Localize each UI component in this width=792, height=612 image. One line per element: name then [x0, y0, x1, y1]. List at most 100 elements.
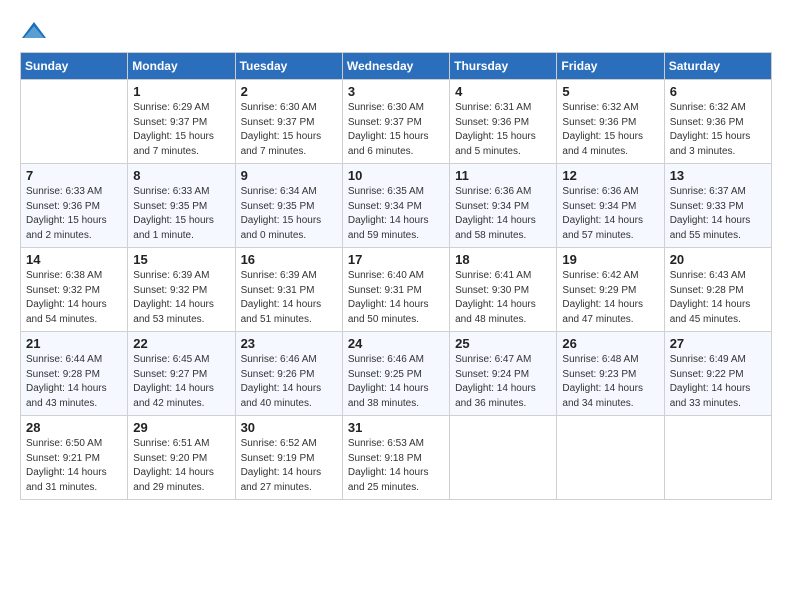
calendar-cell: 15 Sunrise: 6:39 AM Sunset: 9:32 PM Dayli… [128, 248, 235, 332]
day-number: 8 [133, 168, 229, 183]
day-number: 28 [26, 420, 122, 435]
day-number: 26 [562, 336, 658, 351]
calendar-cell: 16 Sunrise: 6:39 AM Sunset: 9:31 PM Dayli… [235, 248, 342, 332]
day-number: 13 [670, 168, 766, 183]
calendar-cell: 12 Sunrise: 6:36 AM Sunset: 9:34 PM Dayli… [557, 164, 664, 248]
day-number: 30 [241, 420, 337, 435]
calendar-cell [21, 80, 128, 164]
day-info: Sunrise: 6:43 AM Sunset: 9:28 PM Dayligh… [670, 269, 766, 327]
day-number: 20 [670, 252, 766, 267]
calendar-body: 1Sunrise: 6:29 AM Sunset: 9:37 PM Daylig… [21, 80, 772, 500]
day-info: Sunrise: 6:37 AM Sunset: 9:33 PM Dayligh… [670, 185, 766, 243]
day-info: Sunrise: 6:46 AM Sunset: 9:25 PM Dayligh… [348, 353, 444, 411]
calendar-cell: 30Sunrise: 6:52 AM Sunset: 9:19 PM Dayli… [235, 416, 342, 500]
calendar-cell: 20 Sunrise: 6:43 AM Sunset: 9:28 PM Dayli… [664, 248, 771, 332]
calendar-cell: 17 Sunrise: 6:40 AM Sunset: 9:31 PM Dayli… [342, 248, 449, 332]
calendar-cell [450, 416, 557, 500]
day-number: 31 [348, 420, 444, 435]
day-number: 17 [348, 252, 444, 267]
day-info: Sunrise: 6:38 AM Sunset: 9:32 PM Dayligh… [26, 269, 122, 327]
calendar-cell: 3Sunrise: 6:30 AM Sunset: 9:37 PM Daylig… [342, 80, 449, 164]
calendar-cell: 18 Sunrise: 6:41 AM Sunset: 9:30 PM Dayli… [450, 248, 557, 332]
day-info: Sunrise: 6:29 AM Sunset: 9:37 PM Dayligh… [133, 101, 229, 159]
weekday-header-saturday: Saturday [664, 53, 771, 80]
day-number: 9 [241, 168, 337, 183]
weekday-header-wednesday: Wednesday [342, 53, 449, 80]
day-number: 10 [348, 168, 444, 183]
calendar-cell: 5 Sunrise: 6:32 AM Sunset: 9:36 PM Daylig… [557, 80, 664, 164]
day-number: 27 [670, 336, 766, 351]
day-number: 22 [133, 336, 229, 351]
calendar-cell: 13 Sunrise: 6:37 AM Sunset: 9:33 PM Dayli… [664, 164, 771, 248]
day-number: 6 [670, 84, 766, 99]
calendar-week-4: 21 Sunrise: 6:44 AM Sunset: 9:28 PM Dayli… [21, 332, 772, 416]
calendar-table: SundayMondayTuesdayWednesdayThursdayFrid… [20, 52, 772, 500]
calendar-cell: 22 Sunrise: 6:45 AM Sunset: 9:27 PM Dayli… [128, 332, 235, 416]
calendar-week-2: 7 Sunrise: 6:33 AM Sunset: 9:36 PM Daylig… [21, 164, 772, 248]
day-info: Sunrise: 6:32 AM Sunset: 9:36 PM Dayligh… [562, 101, 658, 159]
day-number: 4 [455, 84, 551, 99]
day-info: Sunrise: 6:47 AM Sunset: 9:24 PM Dayligh… [455, 353, 551, 411]
day-info: Sunrise: 6:41 AM Sunset: 9:30 PM Dayligh… [455, 269, 551, 327]
calendar-cell: 9 Sunrise: 6:34 AM Sunset: 9:35 PM Daylig… [235, 164, 342, 248]
weekday-row: SundayMondayTuesdayWednesdayThursdayFrid… [21, 53, 772, 80]
calendar-week-1: 1Sunrise: 6:29 AM Sunset: 9:37 PM Daylig… [21, 80, 772, 164]
day-info: Sunrise: 6:44 AM Sunset: 9:28 PM Dayligh… [26, 353, 122, 411]
day-info: Sunrise: 6:36 AM Sunset: 9:34 PM Dayligh… [562, 185, 658, 243]
calendar-week-5: 28 Sunrise: 6:50 AM Sunset: 9:21 PM Dayli… [21, 416, 772, 500]
logo-icon [20, 20, 48, 42]
page-header [20, 20, 772, 42]
calendar-cell: 27 Sunrise: 6:49 AM Sunset: 9:22 PM Dayli… [664, 332, 771, 416]
day-info: Sunrise: 6:39 AM Sunset: 9:31 PM Dayligh… [241, 269, 337, 327]
calendar-cell: 29Sunrise: 6:51 AM Sunset: 9:20 PM Dayli… [128, 416, 235, 500]
day-number: 11 [455, 168, 551, 183]
day-number: 7 [26, 168, 122, 183]
day-number: 25 [455, 336, 551, 351]
calendar-cell: 19 Sunrise: 6:42 AM Sunset: 9:29 PM Dayli… [557, 248, 664, 332]
calendar-week-3: 14 Sunrise: 6:38 AM Sunset: 9:32 PM Dayli… [21, 248, 772, 332]
calendar-cell: 26Sunrise: 6:48 AM Sunset: 9:23 PM Dayli… [557, 332, 664, 416]
day-info: Sunrise: 6:35 AM Sunset: 9:34 PM Dayligh… [348, 185, 444, 243]
day-number: 21 [26, 336, 122, 351]
day-number: 23 [241, 336, 337, 351]
calendar-cell: 25 Sunrise: 6:47 AM Sunset: 9:24 PM Dayli… [450, 332, 557, 416]
day-number: 12 [562, 168, 658, 183]
day-number: 5 [562, 84, 658, 99]
day-number: 14 [26, 252, 122, 267]
day-info: Sunrise: 6:50 AM Sunset: 9:21 PM Dayligh… [26, 437, 122, 495]
calendar-header: SundayMondayTuesdayWednesdayThursdayFrid… [21, 53, 772, 80]
day-number: 19 [562, 252, 658, 267]
day-info: Sunrise: 6:42 AM Sunset: 9:29 PM Dayligh… [562, 269, 658, 327]
weekday-header-sunday: Sunday [21, 53, 128, 80]
calendar-cell [664, 416, 771, 500]
day-info: Sunrise: 6:36 AM Sunset: 9:34 PM Dayligh… [455, 185, 551, 243]
day-info: Sunrise: 6:39 AM Sunset: 9:32 PM Dayligh… [133, 269, 229, 327]
day-info: Sunrise: 6:40 AM Sunset: 9:31 PM Dayligh… [348, 269, 444, 327]
day-number: 2 [241, 84, 337, 99]
weekday-header-thursday: Thursday [450, 53, 557, 80]
day-info: Sunrise: 6:53 AM Sunset: 9:18 PM Dayligh… [348, 437, 444, 495]
day-info: Sunrise: 6:31 AM Sunset: 9:36 PM Dayligh… [455, 101, 551, 159]
day-info: Sunrise: 6:33 AM Sunset: 9:35 PM Dayligh… [133, 185, 229, 243]
calendar-cell: 7 Sunrise: 6:33 AM Sunset: 9:36 PM Daylig… [21, 164, 128, 248]
calendar-cell: 14 Sunrise: 6:38 AM Sunset: 9:32 PM Dayli… [21, 248, 128, 332]
logo [20, 20, 52, 42]
day-info: Sunrise: 6:30 AM Sunset: 9:37 PM Dayligh… [241, 101, 337, 159]
day-number: 24 [348, 336, 444, 351]
day-number: 18 [455, 252, 551, 267]
day-info: Sunrise: 6:46 AM Sunset: 9:26 PM Dayligh… [241, 353, 337, 411]
day-info: Sunrise: 6:49 AM Sunset: 9:22 PM Dayligh… [670, 353, 766, 411]
weekday-header-monday: Monday [128, 53, 235, 80]
calendar-cell: 28 Sunrise: 6:50 AM Sunset: 9:21 PM Dayli… [21, 416, 128, 500]
day-info: Sunrise: 6:33 AM Sunset: 9:36 PM Dayligh… [26, 185, 122, 243]
day-info: Sunrise: 6:30 AM Sunset: 9:37 PM Dayligh… [348, 101, 444, 159]
calendar-cell: 8 Sunrise: 6:33 AM Sunset: 9:35 PM Daylig… [128, 164, 235, 248]
calendar-cell: 1Sunrise: 6:29 AM Sunset: 9:37 PM Daylig… [128, 80, 235, 164]
calendar-cell: 11 Sunrise: 6:36 AM Sunset: 9:34 PM Dayli… [450, 164, 557, 248]
weekday-header-friday: Friday [557, 53, 664, 80]
day-number: 16 [241, 252, 337, 267]
day-number: 15 [133, 252, 229, 267]
weekday-header-tuesday: Tuesday [235, 53, 342, 80]
day-info: Sunrise: 6:34 AM Sunset: 9:35 PM Dayligh… [241, 185, 337, 243]
day-info: Sunrise: 6:45 AM Sunset: 9:27 PM Dayligh… [133, 353, 229, 411]
